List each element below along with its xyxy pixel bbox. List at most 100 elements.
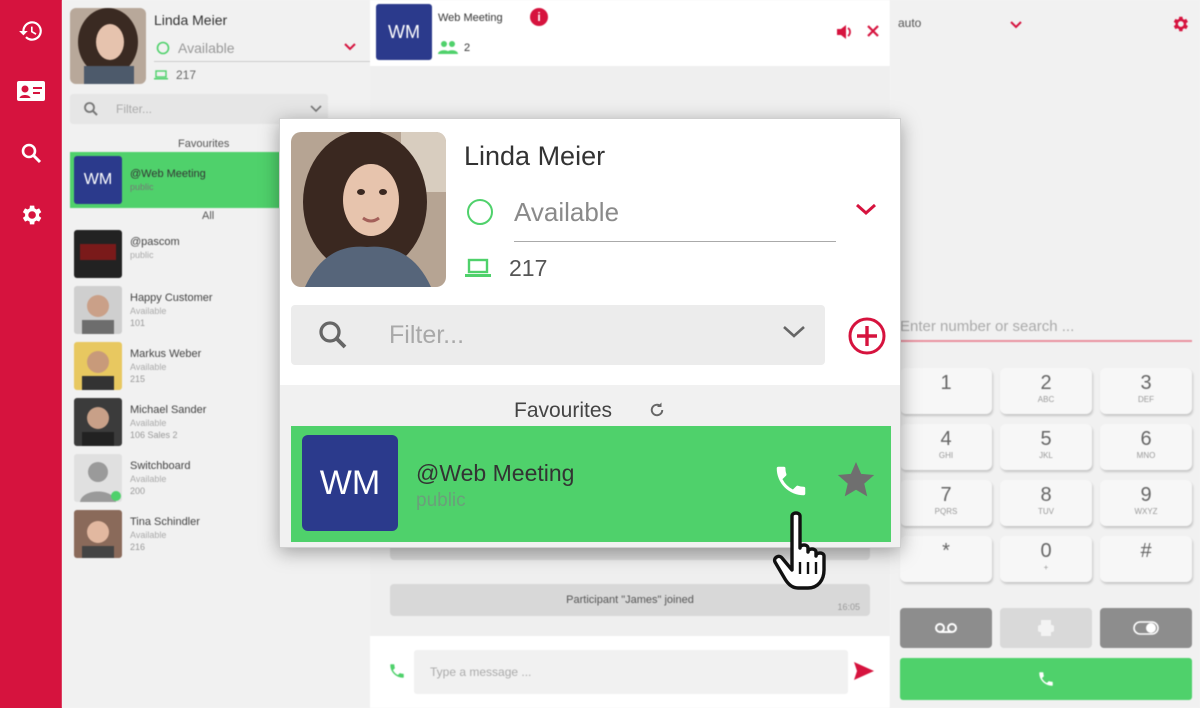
dial-key-6[interactable]: 6 MNO (1100, 424, 1192, 470)
dial-key-hash[interactable]: # (1100, 536, 1192, 582)
chat-header: WM Web Meeting i 2 (370, 0, 890, 66)
star-icon[interactable] (836, 462, 876, 500)
dial-key-9[interactable]: 9 WXYZ (1100, 480, 1192, 526)
meeting-avatar: WM (302, 435, 398, 531)
dial-key-5[interactable]: 5 JKL (1000, 424, 1092, 470)
contact-status: Available (130, 530, 167, 540)
call-mode-select[interactable]: auto (898, 16, 921, 30)
message-placeholder: Type a message ... (430, 665, 532, 679)
close-icon[interactable] (866, 24, 880, 38)
chat-title: Web Meeting (438, 12, 503, 24)
info-icon[interactable]: i (530, 8, 548, 26)
chat-input-bar: Type a message ... (370, 636, 890, 708)
dialer-panel: auto Enter number or search ... 1 2 ABC 3… (890, 0, 1200, 708)
contact-extension: 200 (130, 486, 146, 496)
contact-extension: 101 (130, 318, 146, 328)
message-time: 16:05 (837, 602, 860, 612)
favourites-label: Favourites (514, 399, 613, 422)
dial-key-7[interactable]: 7 PQRS (900, 480, 992, 526)
extension-number: 217 (176, 68, 197, 82)
phone-icon[interactable] (772, 462, 810, 500)
history-icon[interactable] (16, 16, 46, 46)
zoom-callout: Linda Meier Available 217 Filter... Favo… (279, 118, 901, 548)
contact-status: Available (130, 418, 167, 428)
contact-name: Markus Weber (130, 348, 202, 360)
favourite-subtitle: public (130, 182, 154, 192)
contact-status: Available (130, 474, 167, 484)
message-input[interactable]: Type a message ... (414, 650, 848, 694)
meeting-avatar: WM (74, 156, 122, 204)
favourite-title: @Web Meeting (130, 168, 206, 180)
refresh-icon[interactable] (648, 401, 666, 419)
contact-name: Switchboard (130, 460, 191, 472)
send-icon[interactable] (854, 662, 874, 680)
fax-button[interactable] (1000, 608, 1092, 648)
avatar (74, 286, 122, 334)
avatar (74, 510, 122, 558)
meeting-avatar: WM (376, 4, 432, 60)
phone-icon[interactable] (388, 662, 406, 680)
contacts-card-icon[interactable] (16, 76, 46, 106)
contact-name: Happy Customer (130, 292, 213, 304)
number-search-input[interactable]: Enter number or search ... (900, 316, 1192, 342)
hand-cursor-icon (772, 511, 826, 590)
chevron-down-icon[interactable] (1010, 20, 1022, 30)
contact-name: Tina Schindler (130, 516, 200, 528)
favourite-subtitle: public (416, 490, 466, 511)
contact-extension: 106 Sales 2 (130, 430, 178, 440)
avatar (74, 342, 122, 390)
gear-icon[interactable] (1170, 14, 1190, 34)
status-label[interactable]: Available (514, 197, 619, 228)
status-label: Available (178, 40, 235, 56)
contact-extension: 215 (130, 374, 146, 384)
avatar (70, 8, 146, 84)
contact-name: Michael Sander (130, 404, 207, 416)
dial-key-star[interactable]: * (900, 536, 992, 582)
toggle-button[interactable] (1100, 608, 1192, 648)
participant-count: 2 (464, 42, 471, 54)
laptop-icon (465, 258, 491, 277)
dial-key-3[interactable]: 3 DEF (1100, 368, 1192, 414)
laptop-icon (154, 70, 168, 80)
user-name: Linda Meier (464, 141, 606, 171)
speaker-icon[interactable] (836, 24, 854, 40)
search-icon (319, 321, 347, 349)
chevron-down-icon[interactable] (344, 42, 356, 52)
filter-placeholder: Filter... (116, 102, 153, 116)
printer-icon (1038, 620, 1054, 636)
toggle-icon (1133, 621, 1159, 635)
avatar (291, 132, 446, 287)
contact-status: public (130, 250, 154, 260)
search-icon (84, 102, 98, 116)
dial-key-8[interactable]: 8 TUV (1000, 480, 1092, 526)
dial-key-1[interactable]: 1 (900, 368, 992, 414)
call-button[interactable] (900, 658, 1192, 700)
dial-key-2[interactable]: 2 ABC (1000, 368, 1092, 414)
dial-key-4[interactable]: 4 GHI (900, 424, 992, 470)
chevron-down-icon[interactable] (854, 201, 878, 217)
gear-icon[interactable] (16, 200, 46, 230)
favourite-title: @Web Meeting (416, 460, 575, 486)
app-sidebar (0, 0, 62, 708)
contact-extension: 216 (130, 542, 146, 552)
all-label: All (202, 210, 215, 222)
participants-icon (438, 41, 458, 54)
voicemail-icon (935, 623, 957, 633)
voicemail-button[interactable] (900, 608, 992, 648)
avatar (74, 398, 122, 446)
dial-key-0[interactable]: 0 + (1000, 536, 1092, 582)
contact-status: Available (130, 362, 167, 372)
favourites-label: Favourites (178, 138, 230, 150)
message-text: Participant "James" joined (566, 594, 694, 606)
search-icon[interactable] (16, 138, 46, 168)
chevron-down-icon[interactable] (310, 104, 322, 114)
avatar (74, 454, 122, 502)
filter-placeholder: Filter... (389, 321, 465, 349)
add-contact-button[interactable] (847, 316, 887, 356)
user-name: Linda Meier (154, 12, 228, 28)
chevron-down-icon[interactable] (781, 323, 807, 341)
status-underline (514, 241, 836, 242)
phone-icon (1039, 672, 1053, 686)
filter-input[interactable]: Filter... (291, 305, 825, 365)
status-circle-icon (156, 41, 170, 55)
